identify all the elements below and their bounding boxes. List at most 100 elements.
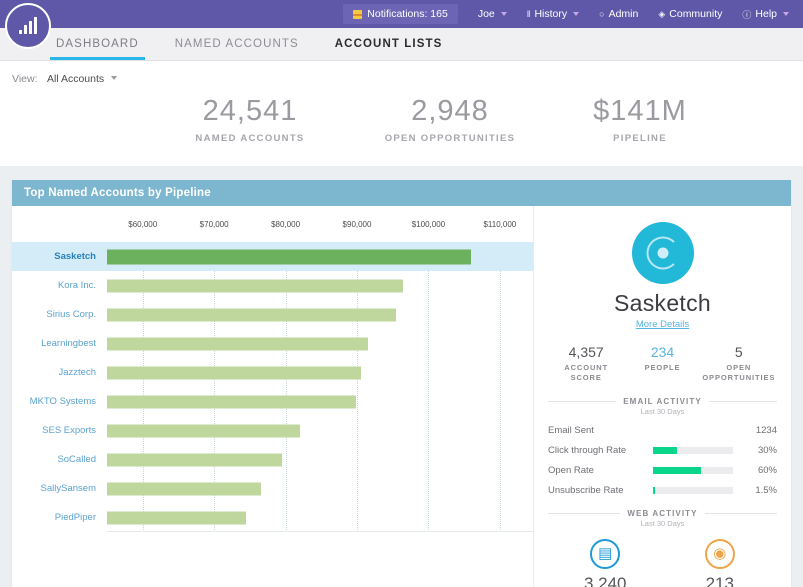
divider <box>548 513 620 514</box>
history-label: History <box>534 8 567 20</box>
kpi-label: NAMED ACCOUNTS <box>150 133 350 144</box>
kpi-label: OPEN OPPORTUNITIES <box>350 133 550 144</box>
stat-people: 234 PEOPLE <box>624 344 700 383</box>
pageviews-icon: ▤ <box>590 539 620 569</box>
chart-bar[interactable] <box>107 337 368 350</box>
chart-bar-track <box>107 416 533 445</box>
chevron-down-icon <box>573 12 579 16</box>
email-metric-progress-track <box>653 467 733 474</box>
account-detail-panel: Sasketch More Details 4,357 ACCOUNT SCOR… <box>533 206 791 587</box>
logo-dot <box>657 248 668 259</box>
email-metric-progress-track <box>653 447 733 454</box>
chart-category-label[interactable]: Sirius Corp. <box>12 309 107 320</box>
admin-icon: ○ <box>599 9 604 19</box>
help-menu[interactable]: ⓘ Help <box>742 8 789 21</box>
help-icon: ⓘ <box>742 8 751 21</box>
account-name: Sasketch <box>548 290 777 317</box>
pipeline-bar-chart: $60,000$70,000$80,000$90,000$100,000$110… <box>12 206 533 587</box>
account-stats-row: 4,357 ACCOUNT SCORE 234 PEOPLE 5 OPEN OP… <box>548 344 777 383</box>
chart-category-label[interactable]: SES Exports <box>12 425 107 436</box>
chart-bar-track <box>107 242 533 271</box>
chart-bar[interactable] <box>107 395 356 408</box>
chart-bar[interactable] <box>107 424 300 437</box>
email-metric-row: Open Rate60% <box>548 465 777 476</box>
chart-row[interactable]: Kora Inc. <box>12 271 533 300</box>
view-selector-row: View: All Accounts <box>0 61 803 87</box>
chart-row[interactable]: PiedPiper <box>12 503 533 532</box>
view-dropdown[interactable]: All Accounts <box>47 73 117 85</box>
history-icon: ‖ <box>527 9 531 19</box>
chart-row[interactable]: SoCalled <box>12 445 533 474</box>
target-circle-icon <box>632 222 694 284</box>
email-metric-value: 1.5% <box>733 485 777 496</box>
email-activity-subtitle: Last 30 Days <box>548 407 777 416</box>
user-menu-joe[interactable]: Joe <box>478 8 507 20</box>
chart-row[interactable]: SES Exports <box>12 416 533 445</box>
chart-bar[interactable] <box>107 366 361 379</box>
chart-bar-track <box>107 503 533 532</box>
user-menu-label: Joe <box>478 8 495 20</box>
web-activity-header: WEB ACTIVITY <box>548 509 777 518</box>
chart-row[interactable]: SallySansem <box>12 474 533 503</box>
kpi-value: 2,948 <box>350 95 550 128</box>
chart-bar[interactable] <box>107 308 396 321</box>
chart-row[interactable]: Sirius Corp. <box>12 300 533 329</box>
community-label: Community <box>669 8 722 20</box>
chart-bar[interactable] <box>107 511 246 524</box>
email-metric-progress-track <box>653 487 733 494</box>
card-body: $60,000$70,000$80,000$90,000$100,000$110… <box>12 206 791 587</box>
tab-account-lists[interactable]: ACCOUNT LISTS <box>317 28 461 60</box>
chart-bar[interactable] <box>107 482 261 495</box>
chart-row[interactable]: Jazztech <box>12 358 533 387</box>
chart-row-selected[interactable]: Sasketch <box>12 242 533 271</box>
x-axis-tick: $90,000 <box>343 220 372 229</box>
web-activity-title: WEB ACTIVITY <box>627 509 697 518</box>
chart-category-label[interactable]: PiedPiper <box>12 512 107 523</box>
chart-category-label[interactable]: MKTO Systems <box>12 396 107 407</box>
app-logo[interactable] <box>5 3 51 49</box>
x-axis-tick: $100,000 <box>412 220 445 229</box>
chart-bar-track <box>107 329 533 358</box>
chart-row[interactable]: Learningbest <box>12 329 533 358</box>
chart-category-label[interactable]: SallySansem <box>12 483 107 494</box>
history-menu[interactable]: ‖ History <box>527 8 579 20</box>
email-activity-header: EMAIL ACTIVITY <box>548 397 777 406</box>
chart-row[interactable]: MKTO Systems <box>12 387 533 416</box>
community-icon: ◈ <box>658 9 665 20</box>
x-axis-tick: $70,000 <box>200 220 229 229</box>
admin-menu[interactable]: ○ Admin <box>599 8 638 20</box>
chart-category-label[interactable]: Sasketch <box>12 251 107 262</box>
chart-bar-track <box>107 474 533 503</box>
chart-bar[interactable] <box>107 279 403 292</box>
admin-label: Admin <box>609 8 639 20</box>
tab-named-accounts[interactable]: NAMED ACCOUNTS <box>157 28 317 60</box>
axis-bottom-line <box>107 531 533 532</box>
chart-bar[interactable] <box>107 453 282 466</box>
chart-bar[interactable] <box>107 249 471 264</box>
email-metric-value: 60% <box>733 465 777 476</box>
card-title: Top Named Accounts by Pipeline <box>12 180 791 206</box>
kpi-open-opportunities: 2,948 OPEN OPPORTUNITIES <box>350 95 550 144</box>
more-details-link[interactable]: More Details <box>548 319 777 330</box>
chart-category-label[interactable]: Learningbest <box>12 338 107 349</box>
chart-category-label[interactable]: Jazztech <box>12 367 107 378</box>
app-root: Notifications: 165 Joe ‖ History ○ Admin… <box>0 0 803 587</box>
top-accounts-card: Top Named Accounts by Pipeline $60,000$7… <box>12 180 791 587</box>
stat-open-opportunities: 5 OPEN OPPORTUNITIES <box>701 344 777 383</box>
web-value: 213 <box>663 574 778 587</box>
email-metric-label: Email Sent <box>548 425 653 436</box>
notifications-button[interactable]: Notifications: 165 <box>343 4 458 24</box>
email-metric-row: Unsubscribe Rate1.5% <box>548 485 777 496</box>
web-activity-subtitle: Last 30 Days <box>548 519 777 528</box>
kpi-value: 24,541 <box>150 95 350 128</box>
chart-category-label[interactable]: SoCalled <box>12 454 107 465</box>
email-metric-label: Click through Rate <box>548 445 653 456</box>
chart-category-label[interactable]: Kora Inc. <box>12 280 107 291</box>
divider <box>709 401 777 402</box>
stat-value: 234 <box>624 344 700 360</box>
community-menu[interactable]: ◈ Community <box>658 8 722 20</box>
tab-dashboard[interactable]: DASHBOARD <box>38 28 157 60</box>
chart-plot-area: Sasketch Kora Inc. Sirius Corp. Learningbes… <box>12 242 533 532</box>
x-axis-tick: $80,000 <box>271 220 300 229</box>
kpi-row: 24,541 NAMED ACCOUNTS 2,948 OPEN OPPORTU… <box>0 87 803 166</box>
